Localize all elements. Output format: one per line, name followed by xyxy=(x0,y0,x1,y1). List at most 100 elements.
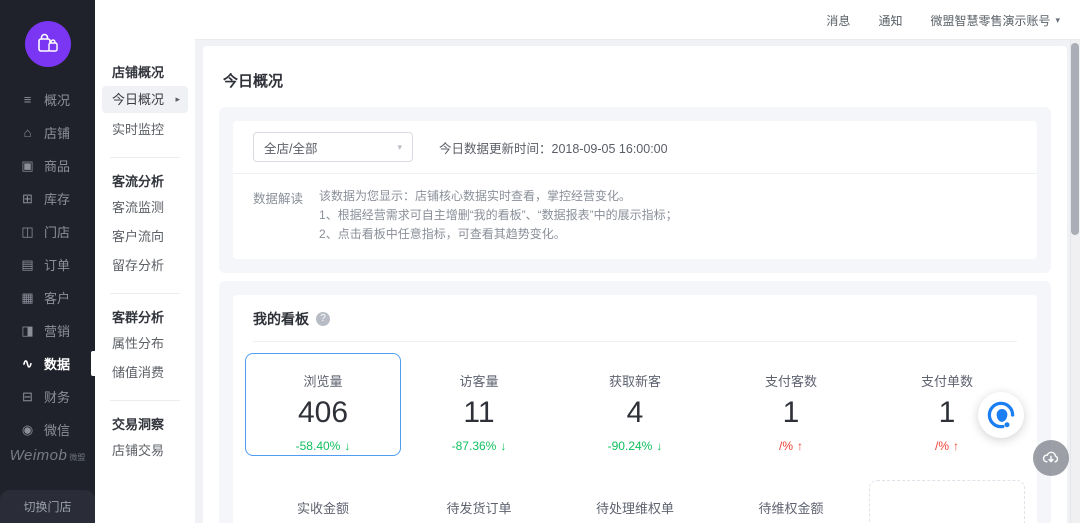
store-scope-select[interactable]: 全店/全部 ▾ xyxy=(253,132,413,162)
add-metric-card[interactable]: + xyxy=(869,480,1025,523)
overview-icon: ≡ xyxy=(20,92,35,107)
messages-link[interactable]: 消息 xyxy=(826,12,850,29)
submenu-label: 今日概况 xyxy=(112,86,164,113)
nav-label: 数据 xyxy=(44,354,70,373)
metric-card-pageviews[interactable]: 浏览量 406 -58.40%↓ xyxy=(245,353,401,456)
metric-card-visitors[interactable]: 访客量 11 -87.36%↓ xyxy=(401,353,557,456)
page-title: 今日概况 xyxy=(203,46,1067,107)
customer-service-button[interactable] xyxy=(978,392,1024,438)
metric-label: 实收金额 xyxy=(246,498,400,517)
nav-item-orders[interactable]: ▤订单 xyxy=(0,248,95,281)
metric-grid: 浏览量 406 -58.40%↓ 访客量 11 -87.36%↓ 获取新客 4 … xyxy=(233,342,1037,523)
insight-line: 该数据为您显示：店铺核心数据实时查看，掌控经营变化。 xyxy=(319,187,678,206)
nav-item-goods[interactable]: ▣ 商品 xyxy=(0,149,95,182)
chevron-down-icon: ▾ xyxy=(1055,15,1060,26)
account-menu[interactable]: 微盟智慧零售演示账号 ▾ xyxy=(930,12,1060,29)
help-icon[interactable]: ? xyxy=(316,312,330,326)
trend-arrow-icon: ↑ xyxy=(797,439,803,453)
board-header: 我的看板 ? xyxy=(233,295,1037,341)
metric-value: 11 xyxy=(402,396,556,430)
divider xyxy=(110,293,180,294)
metric-change: -58.40%↓ xyxy=(246,439,400,453)
notifications-link[interactable]: 通知 xyxy=(878,12,902,29)
metric-value: 1 xyxy=(714,396,868,430)
divider xyxy=(110,157,180,158)
cloud-download-button[interactable] xyxy=(1033,440,1069,476)
switch-store-button[interactable]: 切换门店 xyxy=(0,490,95,523)
nav-item-outlets[interactable]: ◫门店 xyxy=(0,215,95,248)
nav-item-marketing[interactable]: ◨ 营销 xyxy=(0,314,95,347)
chevron-down-icon: ▾ xyxy=(397,142,402,153)
primary-nav: ≡概况 ⌂店铺 ▣商品 ⊞库存 ◫门店 ▤订单 ▦客户 ◨营销 ∿数据 ⊟财务 … xyxy=(0,83,95,479)
board-title: 我的看板 xyxy=(253,309,309,329)
submenu-item-traffic-monitor[interactable]: 客流监测 xyxy=(95,193,195,222)
nav-label: 店铺 xyxy=(44,123,70,142)
nav-label: 营销 xyxy=(44,321,70,340)
metric-card-pending-disputes[interactable]: 待处理维权单 0 /%↑ xyxy=(557,480,713,523)
weimob-watermark: Weimob微盟 xyxy=(0,440,95,471)
trend-arrow-icon: ↓ xyxy=(656,439,662,453)
metric-card-received-amount[interactable]: 实收金额 0.01 0.00%↓ xyxy=(245,480,401,523)
nav-item-customers[interactable]: ▦客户 xyxy=(0,281,95,314)
account-name: 微盟智慧零售演示账号 xyxy=(930,12,1050,29)
change-text: -90.24% xyxy=(608,439,653,453)
customer-icon: ▦ xyxy=(20,290,35,306)
submenu-item-customer-flow[interactable]: 客户流向 xyxy=(95,222,195,251)
submenu-item-today-overview[interactable]: 今日概况 ▸ xyxy=(102,86,188,113)
divider xyxy=(110,400,180,401)
nav-label: 微信 xyxy=(44,420,70,439)
weimob-logo[interactable] xyxy=(25,21,71,67)
finance-icon: ⊟ xyxy=(20,389,35,405)
insight-line: 2、点击看板中任意指标，可查看其趋势变化。 xyxy=(319,225,678,244)
submenu-item-store-trade[interactable]: 店铺交易 xyxy=(95,436,195,465)
metric-card-dispute-amount[interactable]: 待维权金额 0.00 0.00%↓ xyxy=(713,480,869,523)
main-card: 今日概况 全店/全部 ▾ 今日数据更新时间：2018-09-05 16:00:0… xyxy=(203,46,1067,523)
submenu-item-attribute-dist[interactable]: 属性分布 xyxy=(95,329,195,358)
wechat-icon: ◉ xyxy=(20,422,35,438)
trend-arrow-icon: ↑ xyxy=(953,439,959,453)
submenu-group-title: 客群分析 xyxy=(95,307,195,329)
nav-item-data[interactable]: ∿ 数据 xyxy=(0,347,95,380)
change-text: -87.36% xyxy=(452,439,497,453)
metric-label: 获取新客 xyxy=(558,371,712,390)
metric-label: 支付客数 xyxy=(714,371,868,390)
nav-label: 门店 xyxy=(44,222,70,241)
metric-label: 访客量 xyxy=(402,371,556,390)
brand-cn: 微盟 xyxy=(69,453,85,462)
metric-card-paying-customers[interactable]: 支付客数 1 /% ↑ xyxy=(713,353,869,456)
primary-sidebar: ≡概况 ⌂店铺 ▣商品 ⊞库存 ◫门店 ▤订单 ▦客户 ◨营销 ∿数据 ⊟财务 … xyxy=(0,0,95,523)
select-value: 全店/全部 xyxy=(264,138,317,157)
submenu-item-retention[interactable]: 留存分析 xyxy=(95,251,195,280)
shopping-bags-icon xyxy=(36,33,60,55)
metric-change: -90.24%↓ xyxy=(558,439,712,453)
nav-item-store[interactable]: ⌂店铺 xyxy=(0,116,95,149)
nav-label: 概况 xyxy=(44,90,70,109)
nav-item-overview[interactable]: ≡ 概况 xyxy=(0,83,95,116)
submenu-group-title: 交易洞察 xyxy=(95,414,195,436)
metric-card-new-customers[interactable]: 获取新客 4 -90.24%↓ xyxy=(557,353,713,456)
panel-gap xyxy=(203,273,1067,281)
goods-icon: ▣ xyxy=(20,158,35,174)
insight-block: 数据解读 该数据为您显示：店铺核心数据实时查看，掌控经营变化。 1、根据经营需求… xyxy=(233,174,1037,259)
nav-item-finance[interactable]: ⊟财务 xyxy=(0,380,95,413)
data-icon: ∿ xyxy=(20,356,35,372)
submenu-item-stored-value[interactable]: 储值消费 xyxy=(95,358,195,387)
secondary-sidebar: 店铺概况 今日概况 ▸ 实时监控 客流分析 客流监测 客户流向 留存分析 客群分… xyxy=(95,40,195,523)
submenu-item-realtime-monitor[interactable]: 实时监控 xyxy=(95,115,195,144)
topbar-divider xyxy=(195,39,1080,40)
headset-icon xyxy=(986,400,1016,430)
metric-label: 浏览量 xyxy=(246,371,400,390)
metric-card-pending-shipments[interactable]: 待发货订单 0 /%↑ xyxy=(401,480,557,523)
cloud-download-icon xyxy=(1041,448,1061,468)
submenu-group-title: 店铺概况 xyxy=(95,62,195,84)
nav-item-inventory[interactable]: ⊞库存 xyxy=(0,182,95,215)
change-text: /% xyxy=(779,439,793,453)
metric-change: -87.36%↓ xyxy=(402,439,556,453)
chevron-right-icon: ▸ xyxy=(175,86,180,113)
scrollbar-thumb[interactable] xyxy=(1071,43,1079,235)
scrollbar-track[interactable] xyxy=(1070,40,1080,523)
main-area: 今日概况 全店/全部 ▾ 今日数据更新时间：2018-09-05 16:00:0… xyxy=(195,40,1080,523)
nav-label: 商品 xyxy=(44,156,70,175)
marketing-icon: ◨ xyxy=(20,323,35,339)
metric-change: /%↑ xyxy=(870,439,1024,453)
